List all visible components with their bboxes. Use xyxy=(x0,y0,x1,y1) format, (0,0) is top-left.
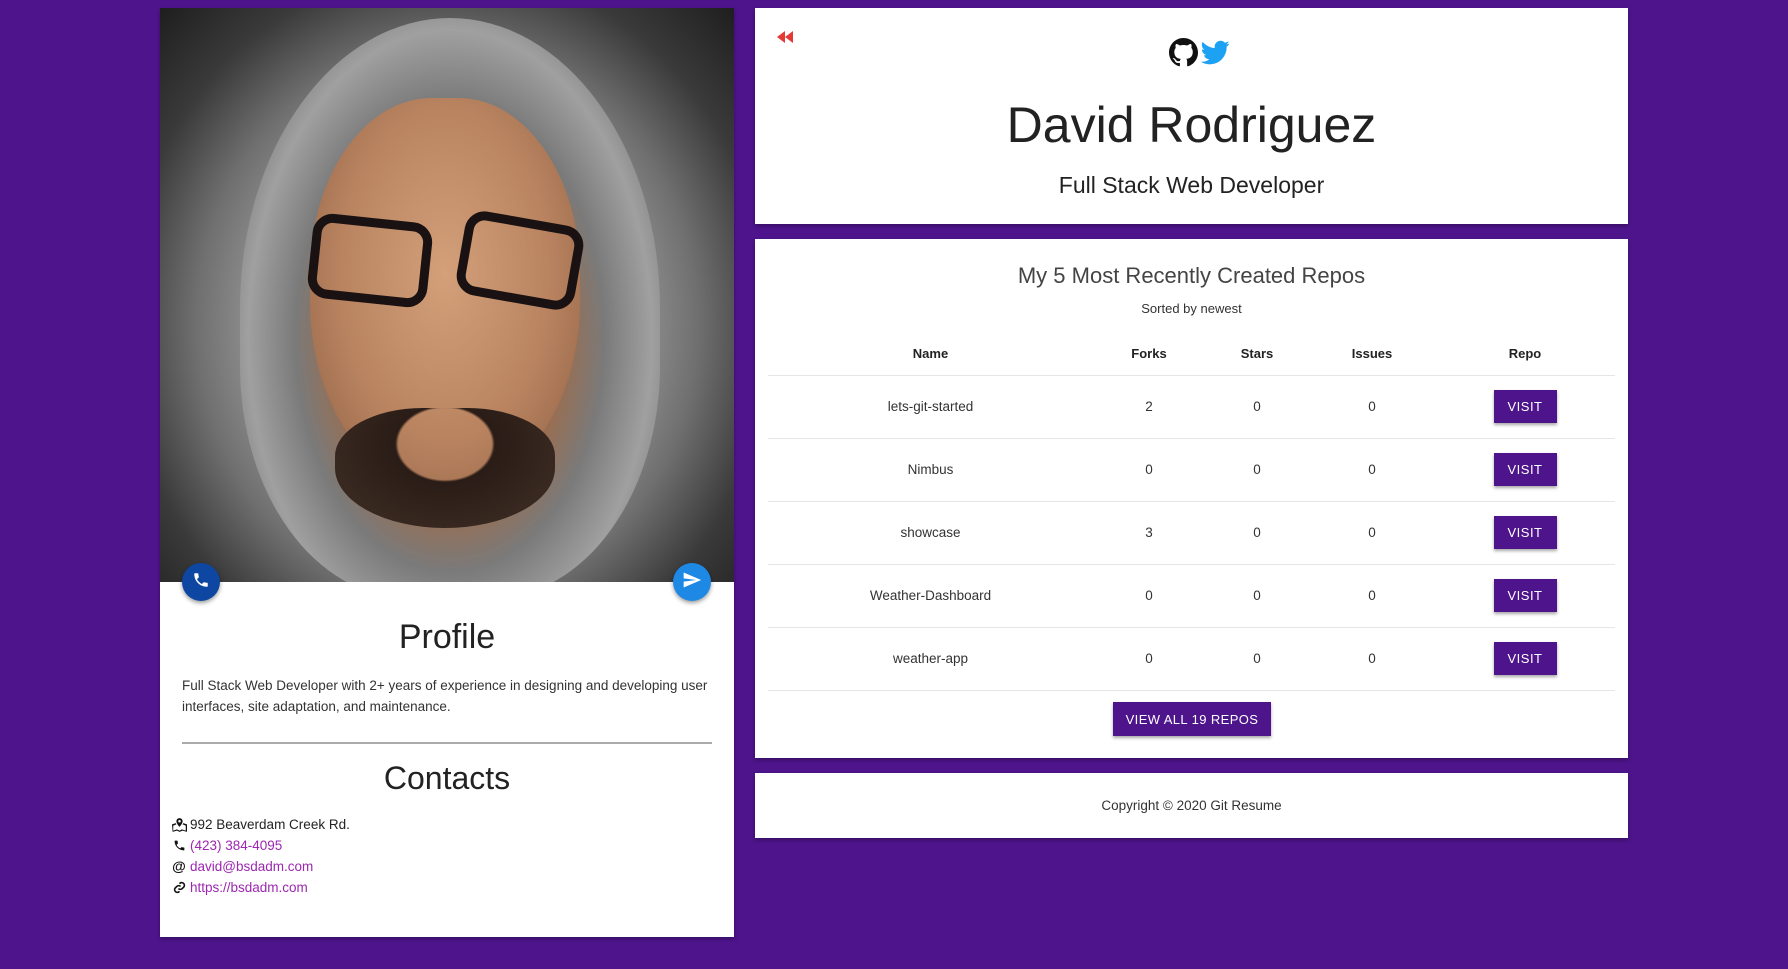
table-row: weather-app 0 0 0 VISIT xyxy=(768,627,1615,691)
column-header-name: Name xyxy=(768,333,1093,376)
github-icon[interactable] xyxy=(1169,38,1198,72)
visit-button[interactable]: VISIT xyxy=(1493,453,1557,486)
at-icon: @ xyxy=(172,858,186,874)
repo-name: Weather-Dashboard xyxy=(768,564,1093,628)
link-icon xyxy=(171,880,187,896)
visit-button[interactable]: VISIT xyxy=(1493,642,1557,675)
profile-description: Full Stack Web Developer with 2+ years o… xyxy=(182,678,708,714)
repo-forks: 0 xyxy=(1093,438,1205,502)
twitter-icon[interactable] xyxy=(1200,38,1231,72)
website-link[interactable]: https://bsdadm.com xyxy=(190,877,308,898)
table-row: Weather-Dashboard 0 0 0 VISIT xyxy=(768,564,1615,628)
repos-subtitle: Sorted by newest xyxy=(1141,301,1242,316)
contact-website: https://bsdadm.com xyxy=(171,877,350,898)
profile-card: Profile Full Stack Web Developer with 2+… xyxy=(160,8,734,937)
table-row: lets-git-started 2 0 0 VISIT xyxy=(768,375,1615,439)
table-row: Nimbus 0 0 0 VISIT xyxy=(768,438,1615,502)
contact-phone: (423) 384-4095 xyxy=(171,835,350,856)
contact-address: 992 Beaverdam Creek Rd. xyxy=(171,814,350,835)
social-links xyxy=(1169,38,1231,72)
visit-button[interactable]: VISIT xyxy=(1493,390,1557,423)
map-marker-icon xyxy=(171,817,187,833)
phone-link[interactable]: (423) 384-4095 xyxy=(190,835,282,856)
call-button[interactable] xyxy=(182,563,220,601)
send-email-button[interactable] xyxy=(673,563,711,601)
repo-forks: 0 xyxy=(1093,627,1205,691)
repo-name: showcase xyxy=(768,501,1093,565)
repo-forks: 3 xyxy=(1093,501,1205,565)
email-link[interactable]: david@bsdadm.com xyxy=(190,856,313,877)
repos-title: My 5 Most Recently Created Repos xyxy=(1017,263,1366,288)
repo-issues: 0 xyxy=(1309,501,1435,565)
column-header-forks: Forks xyxy=(1093,333,1205,376)
job-title: Full Stack Web Developer xyxy=(1058,172,1325,198)
repo-name: weather-app xyxy=(768,627,1093,691)
contacts-heading: Contacts xyxy=(383,760,511,796)
send-icon xyxy=(682,570,702,595)
repos-card: My 5 Most Recently Created Repos Sorted … xyxy=(755,239,1628,758)
profile-heading: Profile xyxy=(398,618,496,656)
divider xyxy=(182,742,712,744)
repo-forks: 2 xyxy=(1093,375,1205,439)
repo-name: Nimbus xyxy=(768,438,1093,502)
visit-button[interactable]: VISIT xyxy=(1493,579,1557,612)
column-header-stars: Stars xyxy=(1205,333,1309,376)
repo-stars: 0 xyxy=(1205,501,1309,565)
page-title: David Rodriguez xyxy=(1006,97,1377,153)
contacts-list: 992 Beaverdam Creek Rd. (423) 384-4095 @… xyxy=(171,814,350,898)
profile-photo xyxy=(160,8,734,582)
repo-stars: 0 xyxy=(1205,438,1309,502)
table-row: showcase 3 0 0 VISIT xyxy=(768,501,1615,565)
repo-table: Name Forks Stars Issues Repo lets-git-st… xyxy=(768,333,1615,691)
phone-icon xyxy=(192,571,210,594)
repo-issues: 0 xyxy=(1309,438,1435,502)
rewind-icon[interactable] xyxy=(777,30,793,48)
repo-forks: 0 xyxy=(1093,564,1205,628)
repo-stars: 0 xyxy=(1205,564,1309,628)
column-header-repo: Repo xyxy=(1435,333,1615,376)
repo-issues: 0 xyxy=(1309,375,1435,439)
column-header-issues: Issues xyxy=(1309,333,1435,376)
repo-name: lets-git-started xyxy=(768,375,1093,439)
table-header-row: Name Forks Stars Issues Repo xyxy=(768,333,1615,376)
repo-stars: 0 xyxy=(1205,375,1309,439)
phone-icon xyxy=(171,838,187,854)
repo-stars: 0 xyxy=(1205,627,1309,691)
footer-card: Copyright © 2020 Git Resume xyxy=(755,773,1628,838)
visit-button[interactable]: VISIT xyxy=(1493,516,1557,549)
header-card: David Rodriguez Full Stack Web Developer xyxy=(755,8,1628,224)
repo-issues: 0 xyxy=(1309,564,1435,628)
contact-email: @ david@bsdadm.com xyxy=(171,856,350,877)
repo-issues: 0 xyxy=(1309,627,1435,691)
copyright-text: Copyright © 2020 Git Resume xyxy=(1101,798,1282,813)
address-text: 992 Beaverdam Creek Rd. xyxy=(190,817,350,832)
view-all-repos-button[interactable]: VIEW ALL 19 REPOS xyxy=(1113,702,1271,736)
